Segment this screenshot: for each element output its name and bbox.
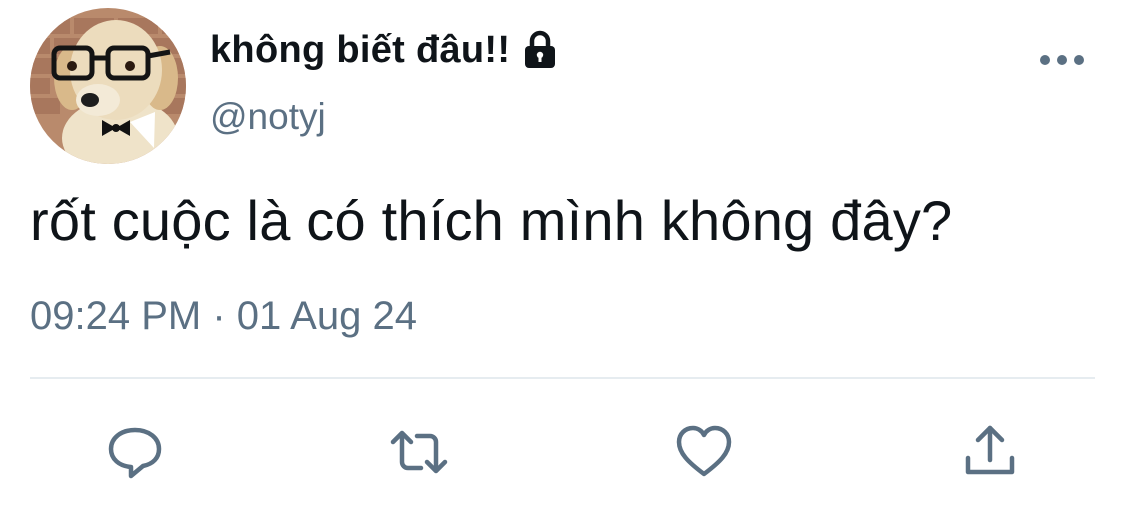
avatar[interactable] <box>30 8 186 164</box>
share-button[interactable] <box>958 420 1022 484</box>
reply-button[interactable] <box>103 420 167 484</box>
share-icon <box>965 425 1015 475</box>
more-dot <box>1057 55 1067 65</box>
retweet-button[interactable] <box>387 420 451 484</box>
tweet-card: không biết đâu!! @notyj rốt cuộc là có t… <box>0 0 1125 514</box>
reply-icon <box>108 427 162 479</box>
more-dot <box>1074 55 1084 65</box>
more-options-icon[interactable] <box>1040 50 1084 70</box>
more-dot <box>1040 55 1050 65</box>
retweet-icon <box>390 430 448 474</box>
dog-avatar-image <box>30 8 186 164</box>
divider <box>30 377 1095 379</box>
heart-icon <box>676 425 732 477</box>
display-name-row: không biết đâu!! <box>210 26 560 74</box>
user-handle[interactable]: @notyj <box>210 96 326 138</box>
like-button[interactable] <box>672 420 736 484</box>
lock-icon <box>520 29 560 71</box>
tweet-timestamp[interactable]: 09:24 PM · 01 Aug 24 <box>30 294 417 339</box>
display-name[interactable]: không biết đâu!! <box>210 29 510 72</box>
tweet-text: rốt cuộc là có thích mình không đây? <box>30 189 953 252</box>
